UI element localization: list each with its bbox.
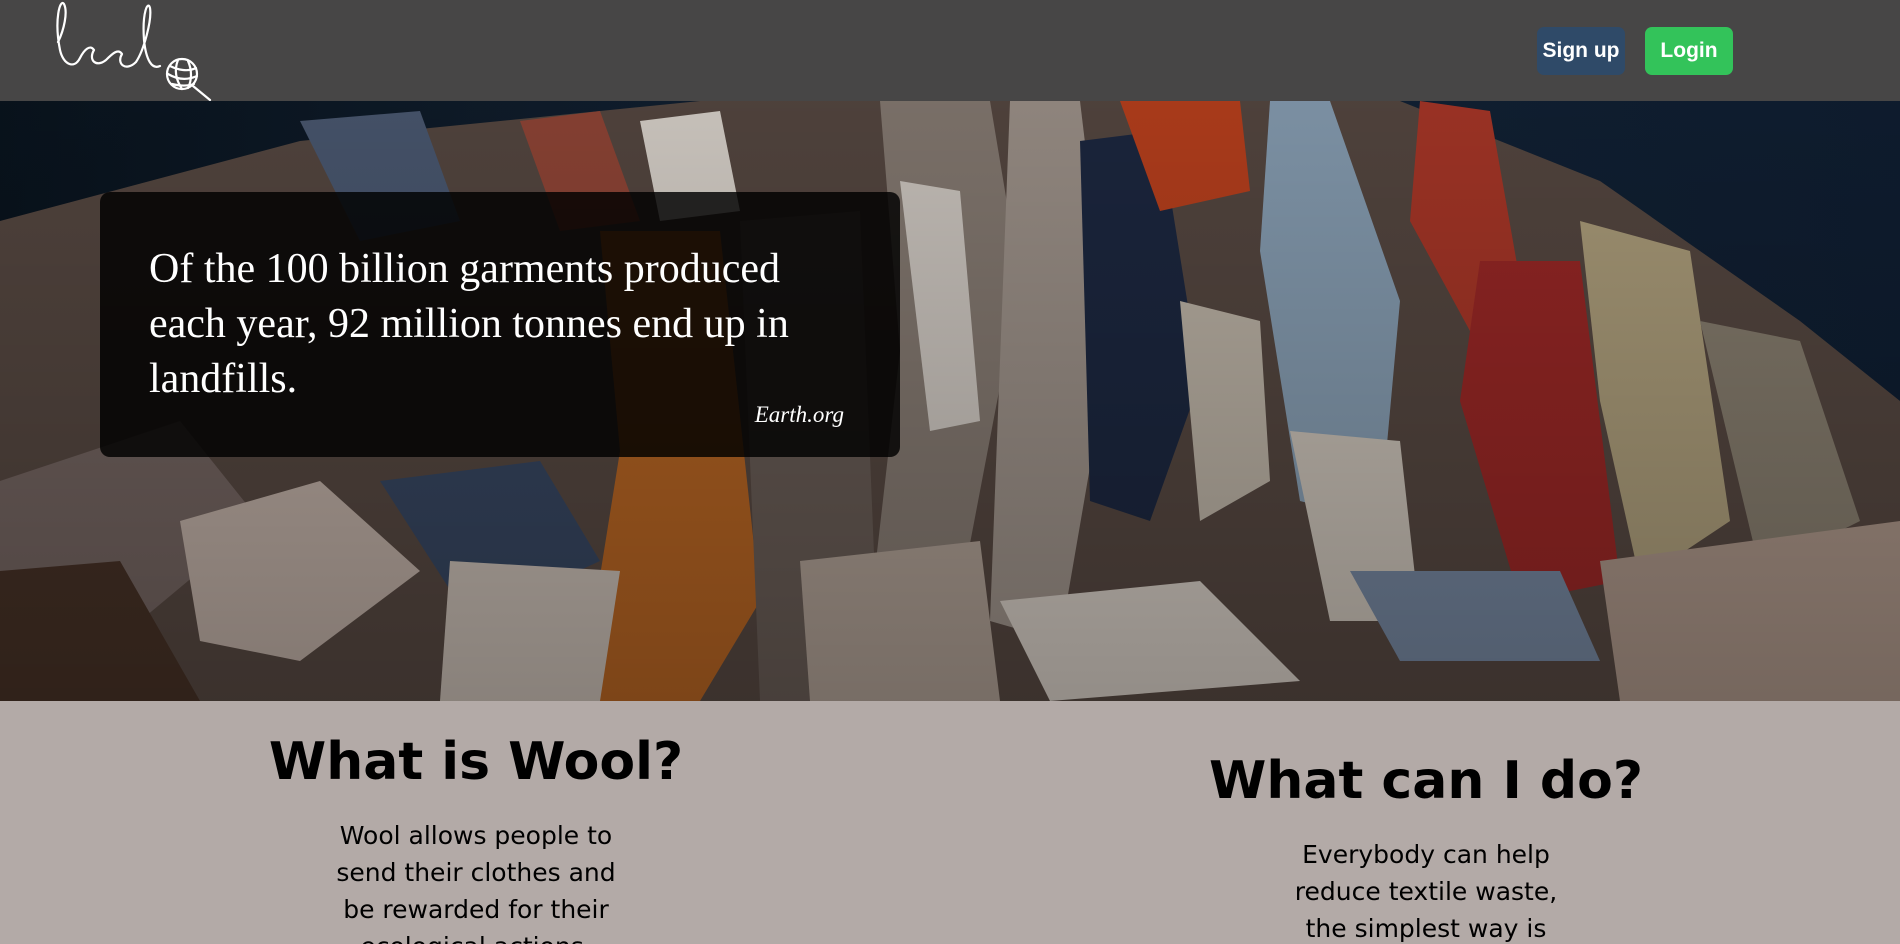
quote-box: Of the 100 billion garments produced eac… — [100, 192, 900, 457]
wool-logo[interactable] — [54, 0, 224, 101]
what-is-wool-column: What is Wool? Wool allows people to send… — [226, 731, 726, 944]
site-header: Sign up Login — [0, 0, 1900, 101]
login-button[interactable]: Login — [1645, 27, 1733, 75]
what-is-wool-title: What is Wool? — [268, 732, 684, 792]
what-can-i-do-title: What can I do? — [1208, 751, 1644, 811]
quote-source: Earth.org — [754, 402, 844, 427]
info-section: What is Wool? Wool allows people to send… — [0, 701, 1900, 944]
quote-text: Of the 100 billion garments produced eac… — [149, 246, 789, 402]
signup-button[interactable]: Sign up — [1537, 27, 1625, 75]
what-can-i-do-column: What can I do? Everybody can help reduce… — [1176, 750, 1676, 944]
hero-banner: Of the 100 billion garments produced eac… — [0, 101, 1900, 701]
what-is-wool-text: Wool allows people to send their clothes… — [336, 821, 616, 944]
what-can-i-do-text: Everybody can help reduce textile waste,… — [1294, 840, 1558, 943]
